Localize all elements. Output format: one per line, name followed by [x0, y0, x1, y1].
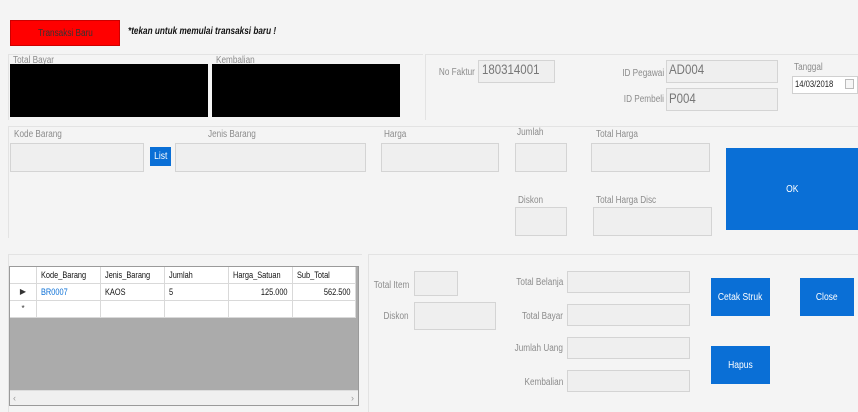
jumlah-field[interactable]: [515, 143, 567, 172]
cell-kode-barang[interactable]: BR0007: [37, 284, 101, 301]
cell-harga-satuan[interactable]: 125.000: [229, 284, 293, 301]
kembalian-display: [212, 64, 400, 117]
jumlah-label: Jumlah: [517, 127, 544, 138]
jenis-barang-label: Jenis Barang: [208, 129, 256, 140]
tanggal-value: 14/03/2018: [795, 79, 834, 89]
kode-barang-field[interactable]: [10, 143, 144, 172]
column-header-kode-barang[interactable]: Kode_Barang: [37, 267, 101, 284]
jumlah-uang-field[interactable]: [567, 337, 690, 359]
no-faktur-value: 180314001: [482, 61, 540, 77]
id-pegawai-value: AD004: [669, 61, 705, 77]
column-header-sub-total[interactable]: Sub_Total: [293, 267, 356, 284]
diskon-entry-label: Diskon: [518, 195, 544, 206]
new-transaction-hint: *tekan untuk memulai transaksi baru !: [128, 26, 277, 37]
close-button[interactable]: Close: [800, 278, 854, 316]
cell-jumlah[interactable]: 5: [165, 284, 229, 301]
harga-label: Harga: [384, 129, 407, 140]
new-cell[interactable]: [293, 301, 356, 318]
tanggal-datepicker[interactable]: 14/03/2018: [792, 76, 858, 94]
total-item-field[interactable]: [414, 271, 458, 296]
total-bayar-display: [10, 64, 208, 117]
total-belanja-label: Total Belanja: [516, 277, 563, 288]
new-transaction-button[interactable]: Transaksi Baru: [10, 20, 120, 46]
total-harga-disc-label: Total Harga Disc: [596, 195, 657, 206]
id-pembeli-label: ID Pembeli: [623, 94, 664, 105]
hapus-button-label: Hapus: [728, 359, 753, 371]
kembalian-total-field[interactable]: [567, 370, 690, 392]
column-header-jenis-barang[interactable]: Jenis_Barang: [101, 267, 165, 284]
transaction-grid[interactable]: Kode_Barang Jenis_Barang Jumlah Harga_Sa…: [9, 266, 359, 406]
total-belanja-field[interactable]: [567, 271, 690, 293]
total-harga-field[interactable]: [591, 143, 710, 172]
harga-field[interactable]: [381, 143, 499, 172]
cell-sub-total[interactable]: 562.500: [293, 284, 356, 301]
kode-barang-label: Kode Barang: [14, 129, 62, 140]
horizontal-scrollbar[interactable]: ‹ ›: [10, 390, 358, 405]
diskon-total-label: Diskon: [383, 311, 409, 322]
total-harga-disc-field[interactable]: [593, 207, 712, 236]
new-table-row[interactable]: *: [10, 301, 356, 318]
current-row-marker: ▶: [10, 284, 37, 301]
new-cell[interactable]: [37, 301, 101, 318]
jenis-barang-field[interactable]: [175, 143, 366, 172]
scroll-left-icon[interactable]: ‹: [13, 393, 16, 403]
cetak-struk-label: Cetak Struk: [718, 291, 763, 303]
jumlah-uang-label: Jumlah Uang: [514, 343, 563, 354]
grid-header-row: Kode_Barang Jenis_Barang Jumlah Harga_Sa…: [10, 267, 356, 284]
list-button-label: List: [153, 151, 168, 162]
diskon-entry-field[interactable]: [515, 207, 567, 236]
kembalian-total-label: Kembalian: [524, 377, 563, 388]
new-transaction-label: Transaksi Baru: [37, 27, 93, 39]
column-header-harga-satuan[interactable]: Harga_Satuan: [229, 267, 293, 284]
table-row[interactable]: ▶ BR0007 KAOS 5 125.000 562.500: [10, 284, 356, 301]
diskon-total-field[interactable]: [414, 302, 496, 330]
new-cell[interactable]: [229, 301, 293, 318]
new-row-marker: *: [10, 301, 37, 318]
ok-button[interactable]: OK: [726, 148, 858, 230]
no-faktur-label: No Faktur: [438, 67, 475, 78]
total-bayar-label: Total Bayar: [521, 311, 563, 322]
id-pembeli-value: P004: [669, 90, 696, 106]
total-bayar-field[interactable]: [567, 304, 690, 326]
cetak-struk-button[interactable]: Cetak Struk: [711, 278, 770, 316]
tanggal-label: Tanggal: [794, 62, 823, 73]
id-pegawai-label: ID Pegawai: [622, 68, 664, 79]
total-harga-label: Total Harga: [596, 129, 638, 140]
close-button-label: Close: [816, 291, 838, 303]
hapus-button[interactable]: Hapus: [711, 346, 770, 384]
calendar-icon: [845, 79, 854, 89]
new-cell[interactable]: [165, 301, 229, 318]
list-button[interactable]: List: [150, 147, 171, 166]
grid-corner: [10, 267, 37, 284]
scroll-right-icon[interactable]: ›: [351, 393, 354, 403]
column-header-jumlah[interactable]: Jumlah: [165, 267, 229, 284]
total-item-label: Total Item: [373, 280, 409, 291]
new-cell[interactable]: [101, 301, 165, 318]
ok-button-label: OK: [785, 183, 799, 195]
cell-jenis-barang[interactable]: KAOS: [101, 284, 165, 301]
